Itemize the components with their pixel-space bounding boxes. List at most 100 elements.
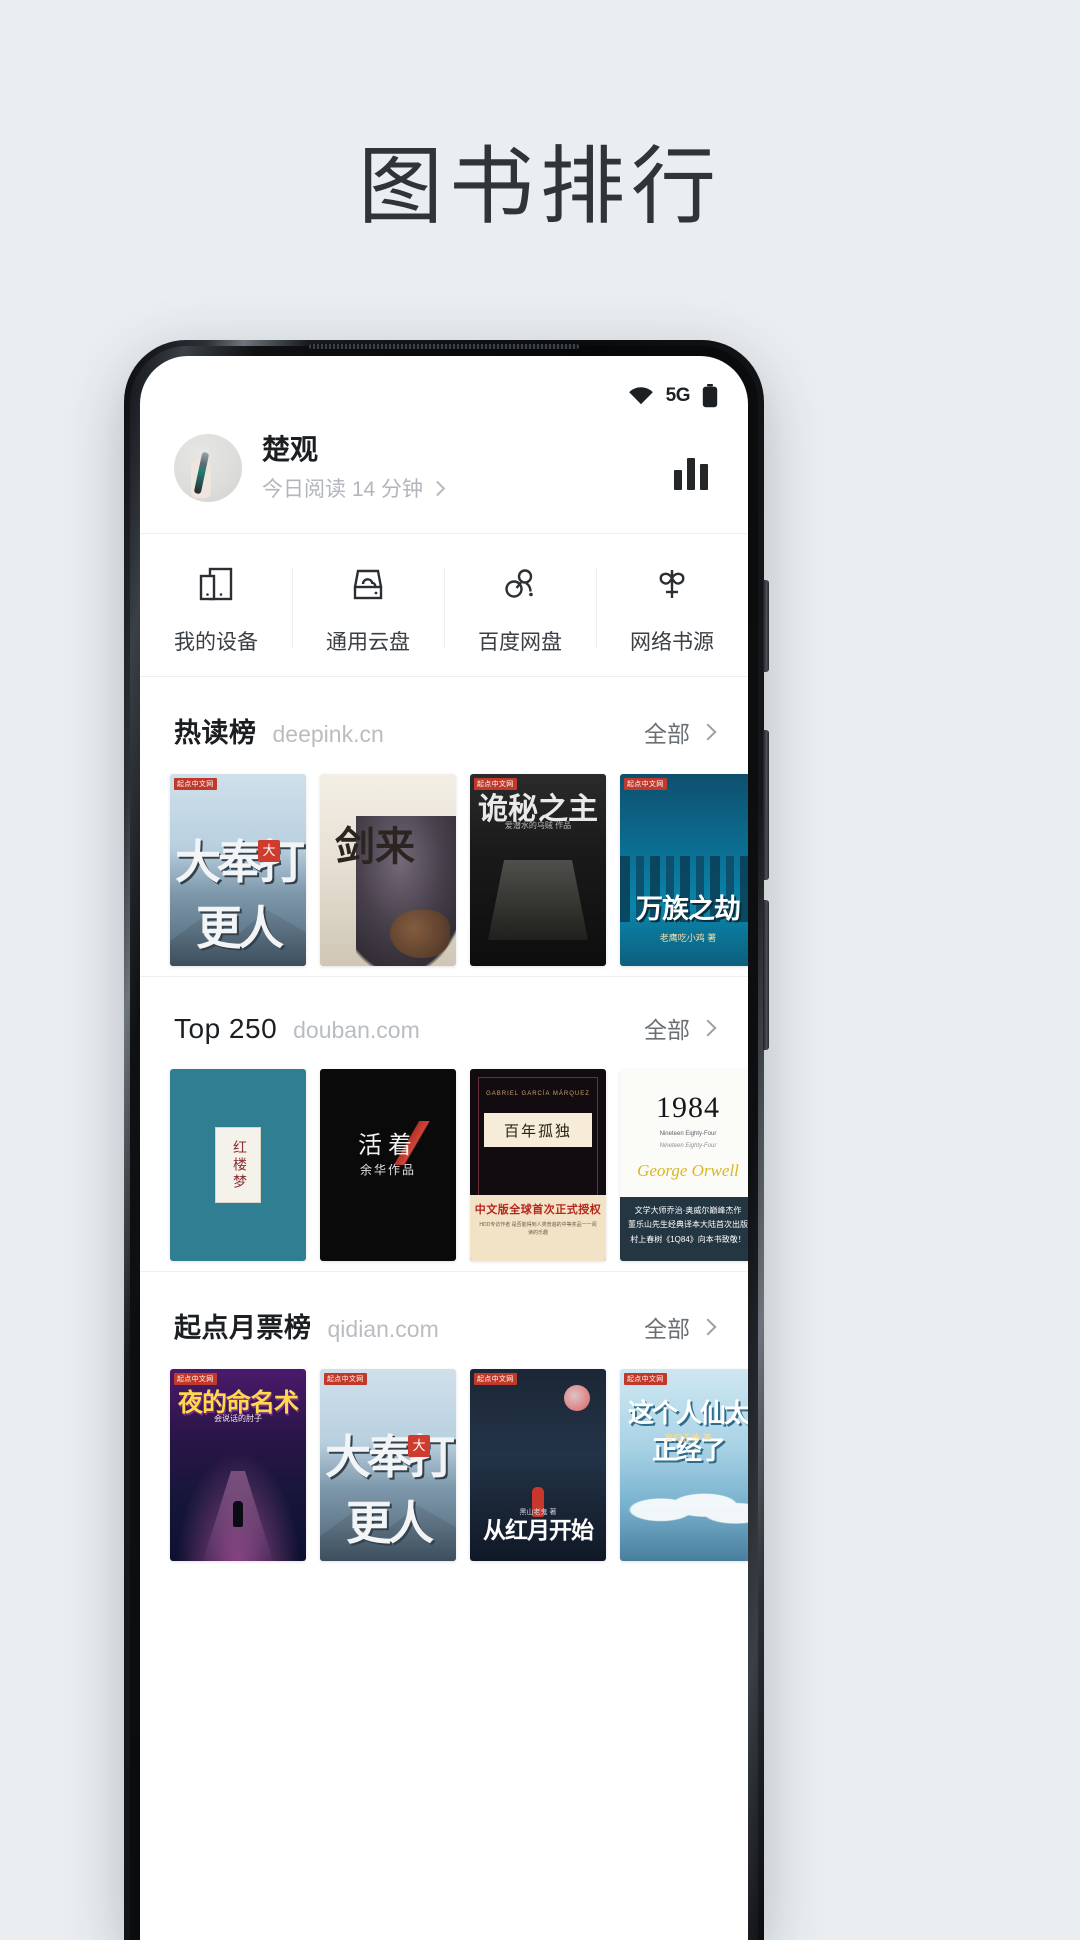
cover-title: 剑来	[335, 824, 415, 869]
cover-tag: 起点中文网	[474, 778, 517, 790]
book-cover-yedemingmingshu[interactable]: 夜的命名术 会说话的肘子 起点中文网	[170, 1369, 306, 1561]
quick-item-label: 百度网盘	[478, 631, 562, 654]
book-cover-zhegerenxian[interactable]: 起点中文网 这个人仙太正经了 言归正传 著	[620, 1369, 748, 1561]
chevron-right-icon	[699, 1019, 717, 1037]
book-list: 红楼梦 活着 余华作品 GABRIEL GARCÍA MÁRQUEZ 百年孤独 …	[140, 1069, 748, 1261]
section-hot-reads: 热读榜 deepink.cn 全部 起点中文网 大奉打更人 大 剑来 起点中文网…	[140, 677, 748, 976]
cover-tag: 起点中文网	[174, 1373, 217, 1385]
cover-band: 百年孤独	[484, 1113, 592, 1147]
cover-art-2	[390, 910, 450, 958]
profile-row[interactable]: 楚观 今日阅读 14 分钟	[140, 418, 748, 533]
cover-tagline: 爱潜水的乌贼 作品	[504, 821, 572, 830]
cover-title: 这个人仙太正经了	[627, 1399, 748, 1465]
cover-title: 百年孤独	[503, 1123, 572, 1140]
bar-chart-icon[interactable]	[668, 446, 714, 490]
cover-tag: 起点中文网	[324, 1373, 367, 1385]
cover-subtitle-2: Nineteen Eighty-Four	[659, 1143, 717, 1149]
section-title: 热读榜	[174, 718, 257, 748]
power-button[interactable]	[763, 580, 769, 672]
phone-mockup: 5G 楚观 今日阅读 14 分钟 我的设备 通用云盘 百度网盘 网络书源 热读榜…	[124, 340, 769, 1940]
book-cover-1984[interactable]: 1984 Nineteen Eighty-Four Nineteen Eight…	[620, 1069, 748, 1261]
section-top250: Top 250 douban.com 全部 红楼梦 活着 余华作品 GABRIE…	[140, 977, 748, 1271]
reading-time-label: 今日阅读 14 分钟	[262, 478, 424, 501]
cover-title: 大奉打更人	[175, 837, 305, 954]
section-qidian-monthly: 起点月票榜 qidian.com 全部 夜的命名术 会说话的肘子 起点中文网 起…	[140, 1272, 748, 1571]
section-source: deepink.cn	[272, 721, 384, 747]
quick-item-baidu-pan[interactable]: 百度网盘	[444, 560, 596, 656]
section-source: qidian.com	[327, 1316, 439, 1342]
reading-time-row[interactable]: 今日阅读 14 分钟	[262, 473, 446, 503]
section-more-button[interactable]: 全部	[644, 1310, 717, 1344]
cover-art-moon	[564, 1385, 590, 1411]
devices-icon	[192, 560, 240, 608]
avatar[interactable]	[174, 433, 242, 502]
more-label: 全部	[644, 1316, 690, 1342]
cover-tag: 起点中文网	[474, 1373, 517, 1385]
section-more-button[interactable]: 全部	[644, 715, 717, 749]
cover-badge: 大	[408, 1435, 430, 1457]
cover-title: 红楼梦	[231, 1139, 246, 1191]
book-cover-conghongyue[interactable]: 起点中文网 黑山老鬼 著 从红月开始	[470, 1369, 606, 1561]
cover-top-note: GABRIEL GARCÍA MÁRQUEZ	[486, 1091, 590, 1097]
cloud-drive-icon	[344, 560, 392, 608]
quick-item-label: 我的设备	[174, 631, 258, 654]
cover-tagline: 黑山老鬼 著	[519, 1509, 557, 1516]
more-label: 全部	[644, 1017, 690, 1043]
quick-item-cloud-drive[interactable]: 通用云盘	[292, 560, 444, 656]
book-cover-dafeng[interactable]: 起点中文网 大奉打更人 大	[170, 774, 306, 966]
battery-icon	[702, 384, 718, 408]
cover-tag: 起点中文网	[624, 778, 667, 790]
network-label: 5G	[665, 385, 691, 406]
cover-footer: 文学大师乔治·奥威尔巅峰杰作 董乐山先生经典译本大陆首次出版 村上春树《1Q84》向…	[620, 1197, 748, 1261]
cover-art	[620, 1475, 748, 1533]
cover-obi-note: HDD专访作者 是否能得到人类普遍的中等奖品一一阅读的乐趣	[479, 1222, 597, 1236]
section-header: Top 250 douban.com 全部	[140, 977, 748, 1069]
quick-item-label: 通用云盘	[326, 631, 410, 654]
cover-tag: 起点中文网	[174, 778, 217, 790]
wifi-icon	[628, 386, 654, 406]
section-title: Top 250	[174, 1013, 278, 1044]
book-cover-bainiangudu[interactable]: GABRIEL GARCÍA MÁRQUEZ 百年孤独 中文版全球首次正式授权 …	[470, 1069, 606, 1261]
cover-subtitle: Nineteen Eighty-Four	[659, 1131, 717, 1137]
book-cover-jianlai[interactable]: 剑来	[320, 774, 456, 966]
bar-2	[687, 457, 695, 490]
section-more-button[interactable]: 全部	[644, 1011, 717, 1045]
section-header: 热读榜 deepink.cn 全部	[140, 677, 748, 774]
quick-item-book-source[interactable]: 网络书源	[596, 560, 748, 656]
status-bar: 5G	[140, 356, 748, 418]
volume-up-button[interactable]	[763, 730, 769, 880]
book-source-icon	[648, 560, 696, 608]
cover-title: 大奉打更人	[325, 1432, 455, 1549]
cover-tagline: 老鹰吃小鸡 著	[659, 933, 717, 943]
book-list: 夜的命名术 会说话的肘子 起点中文网 起点中文网 大奉打更人 大 起点中文网 黑…	[140, 1369, 748, 1561]
cover-art: 红楼梦	[215, 1127, 261, 1203]
more-label: 全部	[644, 721, 690, 747]
quick-item-label: 网络书源	[630, 631, 714, 654]
cover-notes: 文学大师乔治·奥威尔巅峰杰作 董乐山先生经典译本大陆首次出版 村上春树《1Q84》向…	[628, 1206, 748, 1244]
cover-author: 余华作品	[359, 1163, 416, 1177]
cover-art	[488, 860, 588, 940]
profile-text: 楚观 今日阅读 14 分钟	[262, 432, 446, 503]
chevron-right-icon	[699, 1318, 717, 1336]
book-list: 起点中文网 大奉打更人 大 剑来 起点中文网 诡秘之主 爱潜水的乌贼 作品 起点…	[140, 774, 748, 966]
cover-obi: 中文版全球首次正式授权 HDD专访作者 是否能得到人类普遍的中等奖品一一阅读的乐…	[470, 1195, 606, 1261]
volume-down-button[interactable]	[763, 900, 769, 1050]
cover-title: 万族之劫	[636, 894, 741, 924]
book-cover-hongloumeng[interactable]: 红楼梦	[170, 1069, 306, 1261]
book-cover-wanzu[interactable]: 起点中文网 万族之劫 老鹰吃小鸡 著	[620, 774, 748, 966]
cover-badge: 大	[258, 840, 280, 862]
quick-access-row: 我的设备 通用云盘 百度网盘 网络书源	[140, 534, 748, 676]
bar-3	[700, 463, 708, 490]
baidu-pan-icon	[496, 560, 544, 608]
book-cover-huozhe[interactable]: 活着 余华作品	[320, 1069, 456, 1261]
cover-title: 1984	[656, 1091, 720, 1124]
page-title: 图书排行	[357, 141, 722, 235]
profile-name: 楚观	[262, 434, 319, 465]
earpiece-speaker	[309, 344, 579, 349]
chevron-right-icon	[699, 723, 717, 741]
phone-screen: 5G 楚观 今日阅读 14 分钟 我的设备 通用云盘 百度网盘 网络书源 热读榜…	[140, 356, 748, 1940]
book-cover-guimi[interactable]: 起点中文网 诡秘之主 爱潜水的乌贼 作品	[470, 774, 606, 966]
cover-tagline: 会说话的肘子	[214, 1414, 262, 1423]
quick-item-my-devices[interactable]: 我的设备	[140, 560, 292, 656]
book-cover-dafeng-2[interactable]: 起点中文网 大奉打更人 大	[320, 1369, 456, 1561]
